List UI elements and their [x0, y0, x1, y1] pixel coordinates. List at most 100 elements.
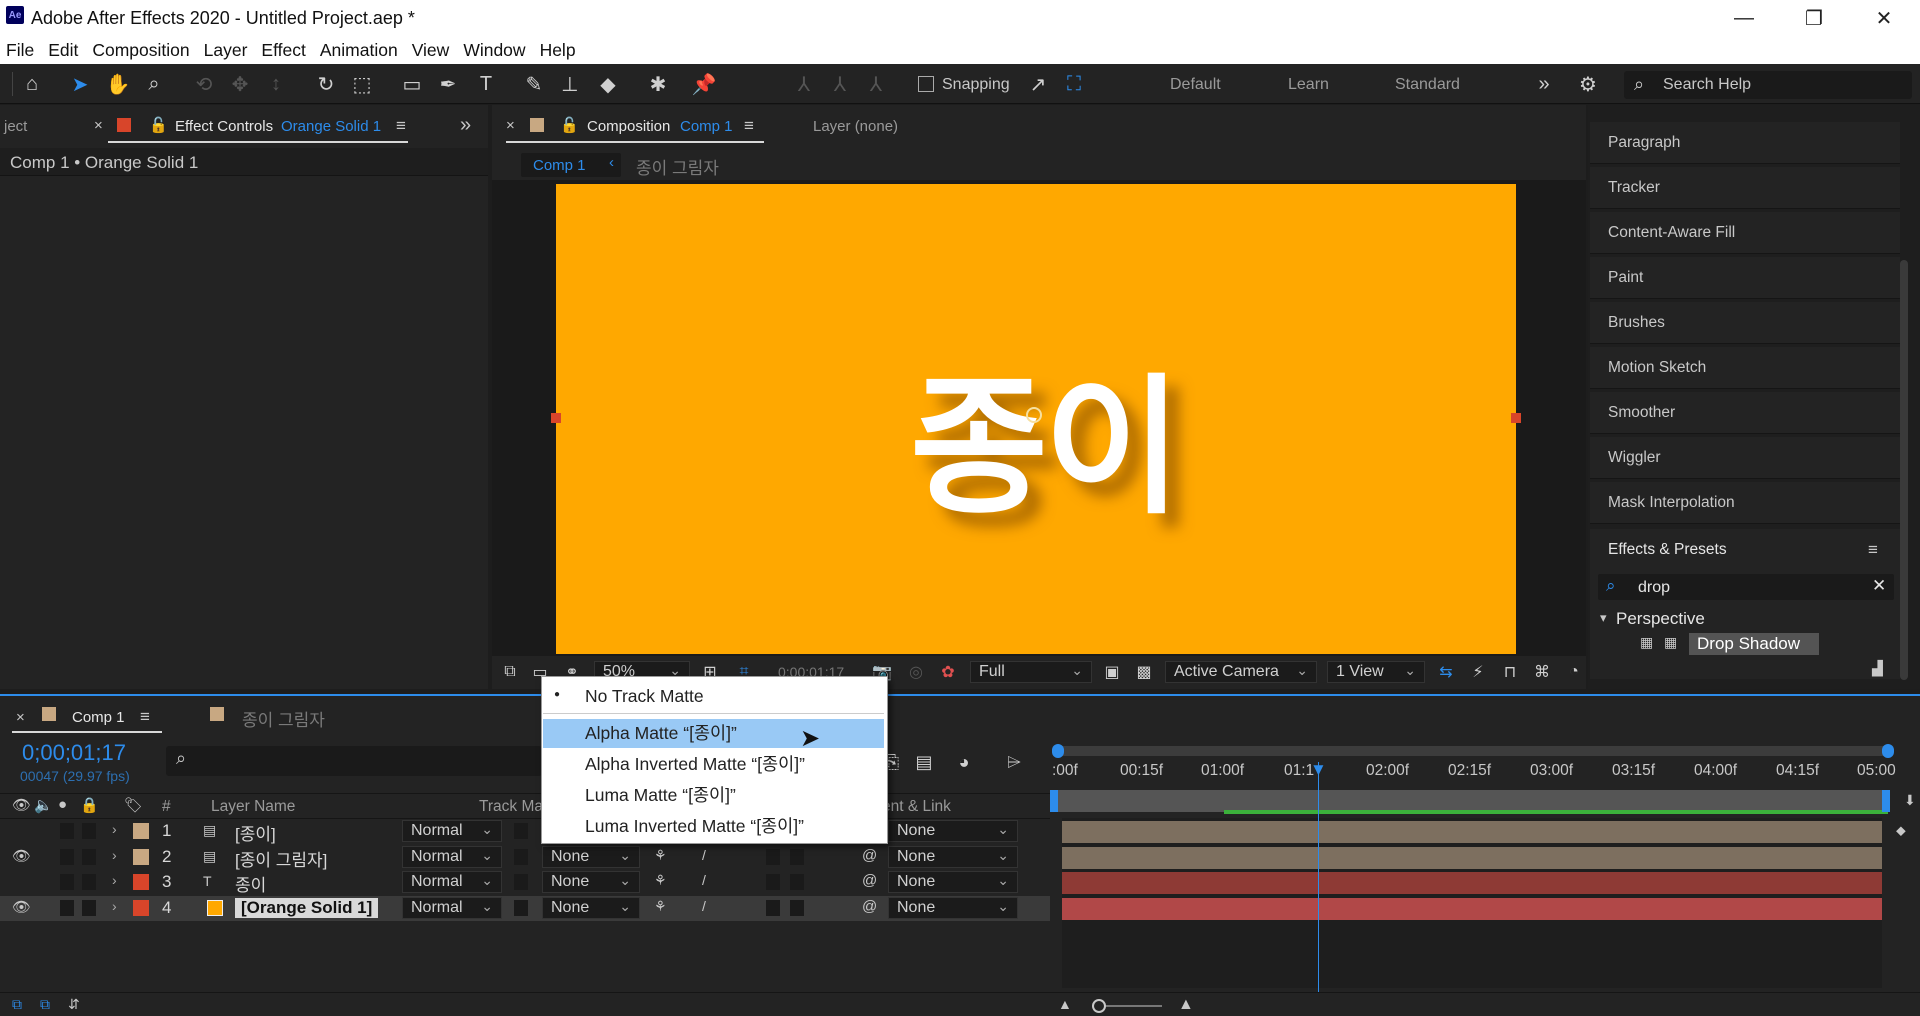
motion-blur-switch[interactable]: [766, 849, 780, 865]
menu-effect[interactable]: Effect: [261, 40, 305, 61]
playhead-icon[interactable]: ▼: [1310, 760, 1327, 780]
track-matte-select[interactable]: None: [542, 870, 640, 893]
adjustment-switch[interactable]: [790, 874, 804, 890]
video-visibility-icon[interactable]: 👁: [12, 796, 31, 814]
track-matte-select[interactable]: None: [542, 896, 640, 919]
menu-alpha-inverted-matte[interactable]: Alpha Inverted Matte “[종이]”: [543, 750, 884, 779]
solo-icon[interactable]: ●: [58, 796, 67, 813]
track-matte-select[interactable]: None: [542, 845, 640, 868]
table-row[interactable]: › 1 ▤ [종이] Normal ⚘ / @ None: [0, 819, 1050, 844]
channel-icon[interactable]: ✿: [934, 658, 962, 686]
local-axis-icon[interactable]: ⅄: [790, 70, 818, 98]
resolution-select[interactable]: Full: [970, 660, 1092, 683]
view-layout-select[interactable]: 1 View: [1327, 660, 1425, 683]
expand-layer-icon[interactable]: ›: [112, 872, 117, 888]
panel-menu-icon[interactable]: ≡: [396, 116, 406, 136]
reset-exposure-icon[interactable]: ◔: [1560, 658, 1588, 686]
tab-composition[interactable]: Composition: [587, 118, 670, 135]
preserve-transparency-switch[interactable]: [514, 900, 528, 916]
layer-duration-bar[interactable]: [1062, 847, 1882, 869]
navigator-end-handle[interactable]: [1882, 744, 1894, 758]
content-aware-fill-panel-tab[interactable]: Content-Aware Fill: [1590, 212, 1900, 254]
lock-icon[interactable]: 🔓: [560, 116, 579, 134]
table-row[interactable]: 👁 › 4 [Orange Solid 1] Normal None ⚘ / @…: [0, 896, 1050, 921]
snap-features-icon[interactable]: ⛶: [1060, 70, 1088, 98]
pick-whip-icon[interactable]: @: [862, 847, 877, 864]
expand-layer-icon[interactable]: ›: [112, 821, 117, 837]
close-tab-icon[interactable]: ×: [506, 117, 515, 134]
label-tag-icon[interactable]: 🏷: [124, 796, 143, 814]
layer-name[interactable]: [종이]: [235, 820, 276, 845]
more-workspaces-icon[interactable]: »: [1530, 70, 1558, 98]
puppet-pin-icon[interactable]: 📌: [690, 70, 718, 98]
panel-menu-icon[interactable]: ≡: [140, 707, 150, 727]
audio-icon[interactable]: 🔈: [34, 796, 53, 814]
clear-search-icon[interactable]: ✕: [1872, 576, 1886, 596]
transparency-grid-icon[interactable]: ▩: [1130, 658, 1158, 686]
shy-switch-icon[interactable]: ⚘: [654, 898, 667, 915]
timeline-tab-other[interactable]: 종이 그림자: [242, 706, 325, 731]
always-preview-icon[interactable]: ⧉: [496, 658, 524, 686]
tab-project[interactable]: ject: [4, 118, 27, 135]
work-area-end[interactable]: [1882, 790, 1890, 812]
time-navigator-bar[interactable]: [1058, 746, 1888, 756]
quality-switch-icon[interactable]: /: [702, 847, 706, 863]
adjustment-switch[interactable]: [790, 900, 804, 916]
current-timecode[interactable]: 0;00;01;17: [22, 740, 126, 766]
motion-blur-switch[interactable]: [766, 900, 780, 916]
menu-no-track-matte[interactable]: No Track Matte: [543, 682, 884, 711]
layer-name[interactable]: 종이: [235, 871, 266, 896]
brushes-panel-tab[interactable]: Brushes: [1590, 302, 1900, 344]
layer-duration-bar[interactable]: [1062, 821, 1882, 843]
workspace-default[interactable]: Default: [1170, 76, 1221, 94]
zoom-in-icon[interactable]: ▲: [1178, 996, 1194, 1014]
clone-stamp-icon[interactable]: ⊥: [556, 70, 584, 98]
tracker-panel-tab[interactable]: Tracker: [1590, 167, 1900, 209]
eye-icon[interactable]: 👁: [12, 847, 31, 865]
motion-sketch-panel-tab[interactable]: Motion Sketch: [1590, 347, 1900, 389]
breadcrumb-comp[interactable]: Comp 1: [533, 157, 586, 174]
effect-drop-shadow[interactable]: Drop Shadow: [1697, 634, 1800, 654]
orbit-camera-icon[interactable]: ⟲: [190, 70, 218, 98]
eraser-tool-icon[interactable]: ◆: [594, 70, 622, 98]
restore-button[interactable]: ❐: [1784, 0, 1844, 36]
minimize-button[interactable]: —: [1714, 0, 1774, 36]
work-area-bar[interactable]: [1056, 790, 1888, 812]
tab-layer[interactable]: Layer (none): [813, 118, 898, 135]
comp-marker-bin-icon[interactable]: ⬇: [1904, 792, 1916, 809]
navigator-start-handle[interactable]: [1052, 744, 1064, 758]
frame-blending-icon[interactable]: ▤: [910, 748, 938, 776]
close-window-button[interactable]: ✕: [1854, 0, 1914, 36]
toggle-in-out-icon[interactable]: ⇵: [68, 996, 80, 1013]
column-layer-name[interactable]: Layer Name: [211, 798, 295, 816]
toggle-pixel-aspect-icon[interactable]: ⇆: [1432, 658, 1460, 686]
blend-mode-select[interactable]: Normal: [402, 845, 502, 868]
layer-name[interactable]: [종이 그림자]: [235, 846, 327, 871]
layer-label-color[interactable]: [133, 823, 149, 839]
keyframe-icon[interactable]: ⬥: [1896, 822, 1906, 839]
menu-help[interactable]: Help: [540, 40, 576, 61]
pick-whip-icon[interactable]: @: [862, 872, 877, 889]
type-tool-icon[interactable]: T: [472, 70, 500, 98]
panel-menu-icon[interactable]: ≡: [1868, 540, 1878, 560]
roi-icon[interactable]: ▣: [1098, 658, 1126, 686]
solo-switch[interactable]: [60, 874, 74, 890]
motion-blur-switch[interactable]: [766, 874, 780, 890]
comp-text-layer[interactable]: 종이: [910, 326, 1182, 543]
graph-editor-icon[interactable]: ⌲: [1000, 748, 1028, 776]
preserve-transparency-switch[interactable]: [514, 823, 528, 839]
solo-switch[interactable]: [60, 900, 74, 916]
column-number[interactable]: #: [162, 798, 171, 816]
smoother-panel-tab[interactable]: Smoother: [1590, 392, 1900, 434]
pan-camera-icon[interactable]: ✥: [226, 70, 254, 98]
show-snapshot-icon[interactable]: ◎: [902, 658, 930, 686]
workspace-learn[interactable]: Learn: [1288, 76, 1329, 94]
tab-effect-controls[interactable]: Effect Controls: [175, 118, 273, 135]
lock-switch[interactable]: [82, 900, 96, 916]
solo-switch[interactable]: [60, 823, 74, 839]
pick-whip-icon[interactable]: @: [862, 898, 877, 915]
column-track-matte[interactable]: Track Ma: [479, 798, 543, 816]
close-tab-icon[interactable]: ×: [94, 117, 103, 134]
timeline-tab-comp1[interactable]: Comp 1: [72, 709, 125, 726]
lock-switch[interactable]: [82, 874, 96, 890]
